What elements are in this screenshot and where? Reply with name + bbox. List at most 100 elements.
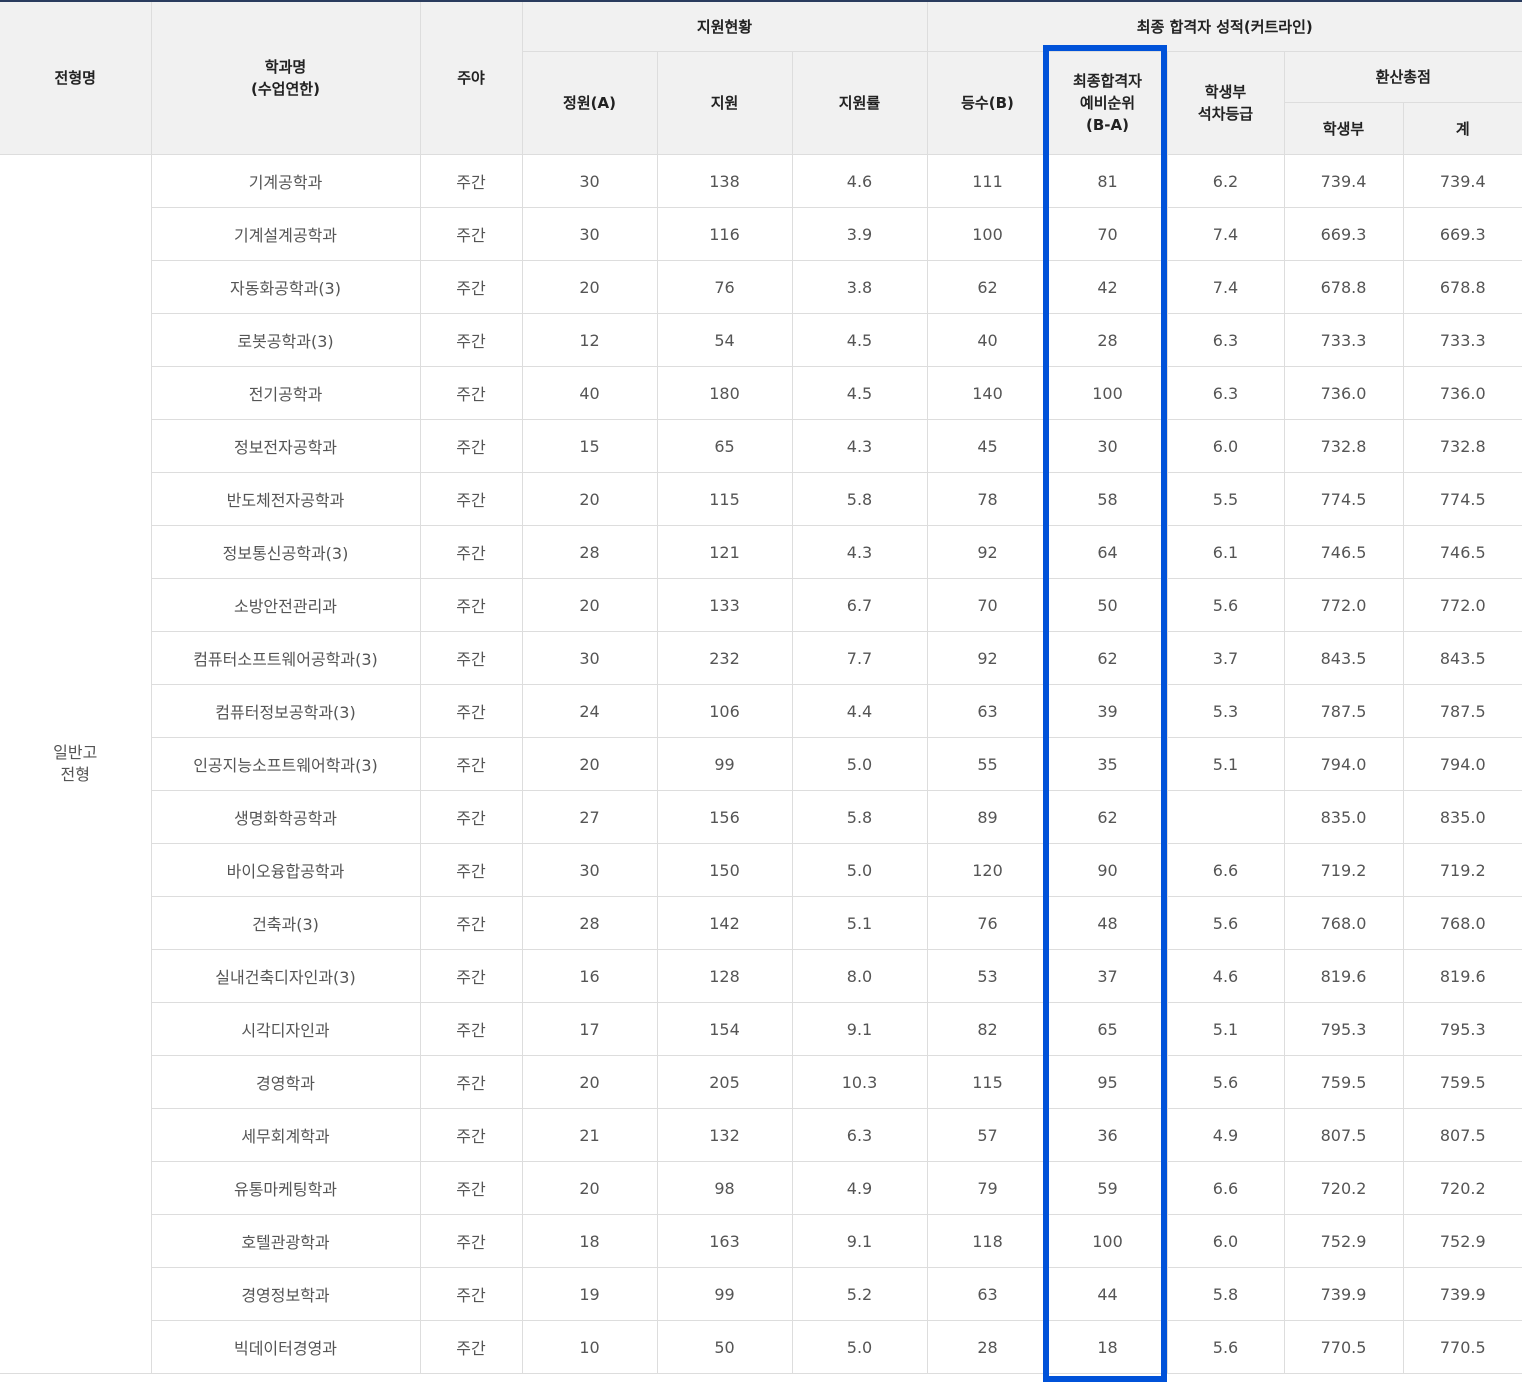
applicants-cell: 121 <box>656 525 793 579</box>
ratio-cell: 4.3 <box>791 525 928 579</box>
daynight-cell: 주간 <box>419 790 523 844</box>
ratio-cell: 3.9 <box>791 207 928 261</box>
reserve-cell: 30 <box>1047 419 1168 473</box>
grade-cell: 3.7 <box>1166 631 1285 685</box>
record-score-cell: 759.5 <box>1283 1055 1404 1109</box>
daynight-cell: 주간 <box>419 578 523 632</box>
table-row: 건축과(3) 주간 28 142 5.1 76 48 5.6 768.0 768.0 <box>0 896 1522 950</box>
quota-cell: 10 <box>521 1320 658 1374</box>
rank-cell: 63 <box>926 1267 1049 1321</box>
applicants-cell: 106 <box>656 684 793 738</box>
sum-score-cell: 746.5 <box>1402 525 1522 579</box>
ratio-cell: 5.2 <box>791 1267 928 1321</box>
table-row: 시각디자인과 주간 17 154 9.1 82 65 5.1 795.3 795.3 <box>0 1002 1522 1056</box>
grade-cell: 5.8 <box>1166 1267 1285 1321</box>
table-row: 세무회계학과 주간 21 132 6.3 57 36 4.9 807.5 807.5 <box>0 1108 1522 1162</box>
ratio-cell: 5.8 <box>791 790 928 844</box>
applicants-cell: 138 <box>656 154 793 208</box>
rank-cell: 45 <box>926 419 1049 473</box>
sum-score-cell: 843.5 <box>1402 631 1522 685</box>
header-rank: 등수(B) <box>926 51 1049 155</box>
applicants-cell: 163 <box>656 1214 793 1268</box>
daynight-cell: 주간 <box>419 684 523 738</box>
rank-cell: 40 <box>926 313 1049 367</box>
quota-cell: 28 <box>521 896 658 950</box>
reserve-cell: 36 <box>1047 1108 1168 1162</box>
rank-cell: 115 <box>926 1055 1049 1109</box>
quota-cell: 20 <box>521 1161 658 1215</box>
sum-score-cell: 835.0 <box>1402 790 1522 844</box>
dept-cell: 건축과(3) <box>151 896 421 950</box>
record-score-cell: 795.3 <box>1283 1002 1404 1056</box>
table-row: 생명화학공학과 주간 27 156 5.8 89 62 835.0 835.0 <box>0 790 1522 844</box>
ratio-cell: 9.1 <box>791 1214 928 1268</box>
ratio-cell: 9.1 <box>791 1002 928 1056</box>
record-score-cell: 819.6 <box>1283 949 1404 1003</box>
daynight-cell: 주간 <box>419 1002 523 1056</box>
record-score-cell: 719.2 <box>1283 843 1404 897</box>
quota-cell: 20 <box>521 737 658 791</box>
dept-cell: 정보통신공학과(3) <box>151 525 421 579</box>
sum-score-cell: 669.3 <box>1402 207 1522 261</box>
rank-cell: 28 <box>926 1320 1049 1374</box>
sum-score-cell: 794.0 <box>1402 737 1522 791</box>
dept-cell: 빅데이터경영과 <box>151 1320 421 1374</box>
record-score-cell: 746.5 <box>1283 525 1404 579</box>
reserve-cell: 39 <box>1047 684 1168 738</box>
dept-cell: 바이오융합공학과 <box>151 843 421 897</box>
dept-cell: 인공지능소프트웨어학과(3) <box>151 737 421 791</box>
ratio-cell: 4.3 <box>791 419 928 473</box>
sum-score-cell: 772.0 <box>1402 578 1522 632</box>
sum-score-cell: 787.5 <box>1402 684 1522 738</box>
table-row: 정보전자공학과 주간 15 65 4.3 45 30 6.0 732.8 732.8 <box>0 419 1522 473</box>
rank-cell: 89 <box>926 790 1049 844</box>
sum-score-cell: 736.0 <box>1402 366 1522 420</box>
header-dept-line2: (수업연한) <box>251 80 320 98</box>
table-row: 일반고 전형 기계공학과 주간 30 138 4.6 111 81 6.2 739.4 739.4 <box>0 154 1522 1374</box>
ratio-cell: 6.3 <box>791 1108 928 1162</box>
table-row: 자동화공학과(3) 주간 20 76 3.8 62 42 7.4 678.8 678.8 <box>0 260 1522 314</box>
reserve-cell: 44 <box>1047 1267 1168 1321</box>
daynight-cell: 주간 <box>419 419 523 473</box>
rank-cell: 118 <box>926 1214 1049 1268</box>
sum-score-cell: 678.8 <box>1402 260 1522 314</box>
grade-cell: 5.6 <box>1166 1320 1285 1374</box>
applicants-cell: 115 <box>656 472 793 526</box>
daynight-cell: 주간 <box>419 631 523 685</box>
grade-cell: 4.9 <box>1166 1108 1285 1162</box>
record-score-cell: 669.3 <box>1283 207 1404 261</box>
record-score-cell: 774.5 <box>1283 472 1404 526</box>
daynight-cell: 주간 <box>419 525 523 579</box>
table-row: 컴퓨터소프트웨어공학과(3) 주간 30 232 7.7 92 62 3.7 843.5 843.… <box>0 631 1522 685</box>
sum-score-cell: 739.4 <box>1402 154 1522 208</box>
rank-cell: 62 <box>926 260 1049 314</box>
record-score-cell: 739.9 <box>1283 1267 1404 1321</box>
type-group-cell: 일반고 전형 <box>0 154 152 1374</box>
grade-cell: 7.4 <box>1166 260 1285 314</box>
header-applicants: 지원 <box>656 51 793 155</box>
reserve-cell: 62 <box>1047 631 1168 685</box>
reserve-cell: 65 <box>1047 1002 1168 1056</box>
daynight-cell: 주간 <box>419 313 523 367</box>
reserve-cell: 18 <box>1047 1320 1168 1374</box>
dept-cell: 유통마케팅학과 <box>151 1161 421 1215</box>
table-row: 경영학과 주간 20 205 10.3 115 95 5.6 759.5 759.5 <box>0 1055 1522 1109</box>
daynight-cell: 주간 <box>419 843 523 897</box>
daynight-cell: 주간 <box>419 1267 523 1321</box>
dept-cell: 반도체전자공학과 <box>151 472 421 526</box>
daynight-cell: 주간 <box>419 260 523 314</box>
applicants-cell: 128 <box>656 949 793 1003</box>
grade-cell: 5.6 <box>1166 896 1285 950</box>
reserve-cell: 28 <box>1047 313 1168 367</box>
header-reserve: 최종합격자 예비순위 (B-A) <box>1047 51 1168 155</box>
admission-results-table: 전형명 학과명 (수업연한) 주야 지원현황 최종 합격자 성적(커트라인) 정원… <box>0 0 1522 1374</box>
record-score-cell: 794.0 <box>1283 737 1404 791</box>
grade-cell: 5.3 <box>1166 684 1285 738</box>
record-score-cell: 736.0 <box>1283 366 1404 420</box>
grade-cell: 5.5 <box>1166 472 1285 526</box>
rank-cell: 82 <box>926 1002 1049 1056</box>
sum-score-cell: 819.6 <box>1402 949 1522 1003</box>
quota-cell: 20 <box>521 1055 658 1109</box>
quota-cell: 30 <box>521 154 658 208</box>
header-sum: 계 <box>1402 102 1522 155</box>
